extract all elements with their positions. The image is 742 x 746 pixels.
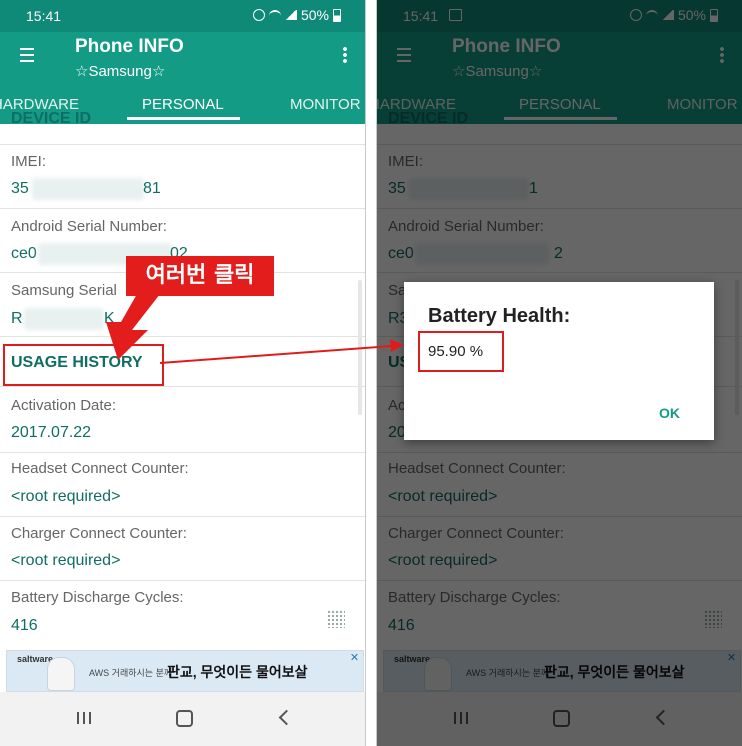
charger-counter-value: <root required> xyxy=(11,552,121,569)
home-icon[interactable] xyxy=(176,710,193,727)
wifi-icon xyxy=(268,10,281,20)
battery-value-highlight xyxy=(418,331,504,372)
divider xyxy=(0,208,365,209)
serial-value-prefix: ce0 xyxy=(11,245,37,262)
back-icon[interactable] xyxy=(278,709,295,726)
section-device-id: DEVICE ID xyxy=(11,110,92,127)
close-icon[interactable]: ✕ xyxy=(348,652,361,665)
redacted-imei xyxy=(32,178,144,200)
battery-percent: 50% xyxy=(300,7,329,23)
imei-value-suffix: 81 xyxy=(143,180,161,197)
activation-date-label: Activation Date: xyxy=(11,397,117,414)
ad-text: 판교, 무엇이든 물어보살 xyxy=(167,664,308,680)
ad-small-text: AWS 거래하시는 분께 xyxy=(89,668,173,678)
signal-icon xyxy=(284,10,297,20)
grid-icon[interactable] xyxy=(327,610,345,628)
headset-counter-label: Headset Connect Counter: xyxy=(11,460,189,477)
ad-illustration xyxy=(47,657,75,691)
more-options-icon[interactable] xyxy=(343,46,347,64)
recent-apps-icon[interactable] xyxy=(77,712,91,724)
divider xyxy=(0,386,365,387)
imei-label: IMEI: xyxy=(11,153,47,170)
app-title: Phone INFO xyxy=(75,36,184,57)
phone-screen-left: 15:41 50% Phone INFO ☆Samsung☆ HARDWARE … xyxy=(0,0,365,746)
usage-history-highlight xyxy=(3,344,164,386)
activation-date-value: 2017.07.22 xyxy=(11,424,92,441)
battery-icon xyxy=(333,8,341,22)
samsung-serial-suffix: K xyxy=(104,310,115,327)
divider xyxy=(0,516,365,517)
alarm-icon xyxy=(252,9,265,21)
serial-label: Android Serial Number: xyxy=(11,218,167,235)
tab-monitor[interactable]: MONITOR xyxy=(290,96,361,113)
samsung-serial-label: Samsung Serial xyxy=(11,282,117,299)
redacted-samsung-serial xyxy=(24,308,104,330)
ad-banner[interactable]: saltware AWS 거래하시는 분께 판교, 무엇이든 물어보살 ✕ xyxy=(6,650,364,692)
charger-counter-label: Charger Connect Counter: xyxy=(11,525,187,542)
battery-health-dialog: Battery Health: 95.90 % OK xyxy=(404,282,714,440)
click-annotation-callout: 여러번 클릭 xyxy=(126,256,274,296)
divider xyxy=(0,580,365,581)
divider xyxy=(0,452,365,453)
tab-indicator xyxy=(127,117,240,120)
dialog-title: Battery Health: xyxy=(428,305,571,327)
discharge-cycles-label: Battery Discharge Cycles: xyxy=(11,589,184,606)
app-subtitle: ☆Samsung☆ xyxy=(75,63,166,80)
status-icons: 50% xyxy=(252,7,341,23)
divider xyxy=(0,336,365,337)
imei-value-prefix: 35 xyxy=(11,180,29,197)
navigation-bar xyxy=(0,692,365,746)
discharge-cycles-value: 416 xyxy=(11,617,38,634)
menu-icon[interactable] xyxy=(20,48,34,62)
app-bar: Phone INFO ☆Samsung☆ xyxy=(0,32,365,84)
phone-screen-right: 15:41 50% Phone INFO ☆Samsung☆ HARDWARE … xyxy=(377,0,742,746)
tab-personal[interactable]: PERSONAL xyxy=(142,96,224,113)
status-bar: 15:41 50% xyxy=(0,0,365,32)
headset-counter-value: <root required> xyxy=(11,488,121,505)
ok-button[interactable]: OK xyxy=(659,405,680,421)
divider xyxy=(0,144,365,145)
samsung-serial-prefix: R xyxy=(11,310,23,327)
status-time: 15:41 xyxy=(26,8,62,24)
scrollbar[interactable] xyxy=(358,280,362,415)
